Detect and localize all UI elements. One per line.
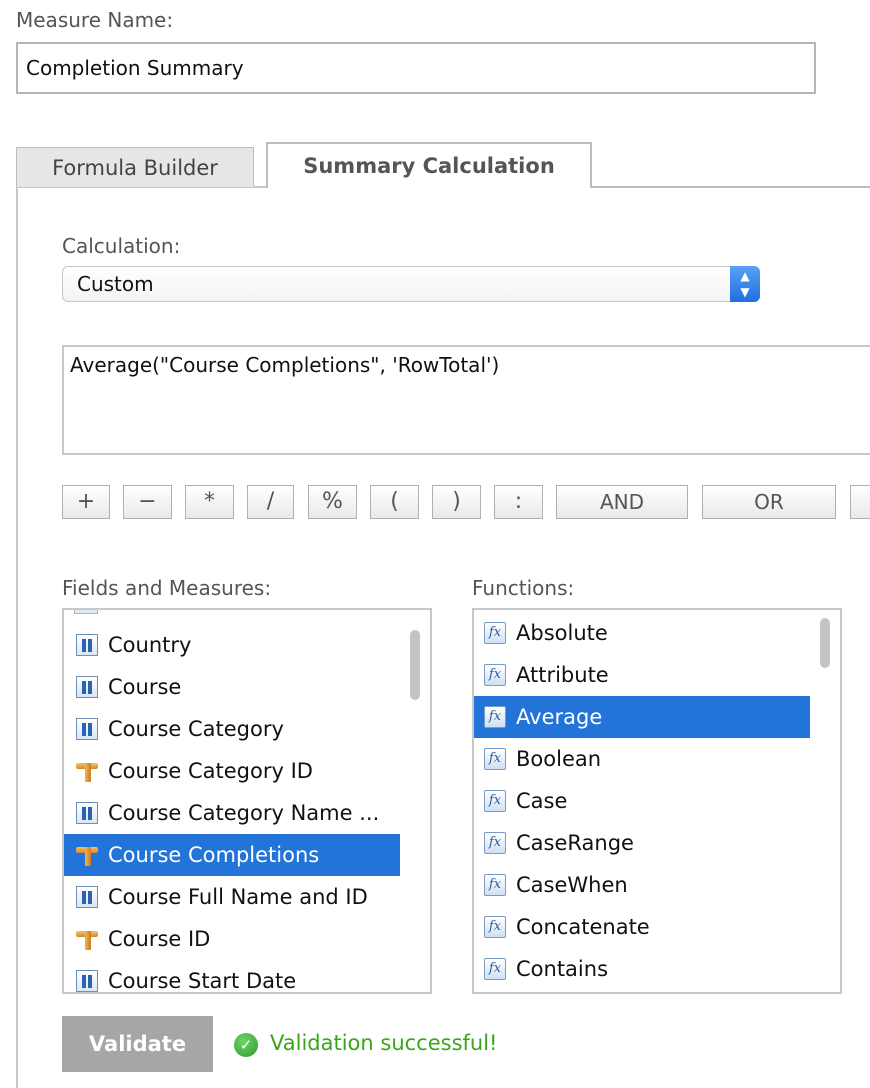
measure-icon	[76, 844, 98, 866]
list-item[interactable]: Course Category Name ...	[64, 792, 400, 834]
operator-divide-button[interactable]: /	[247, 485, 294, 519]
operator-minus-button[interactable]: −	[123, 485, 172, 519]
calculation-select[interactable]: Custom ▲ ▼	[62, 266, 760, 302]
list-item-label: Course Category ID	[108, 759, 313, 783]
list-item[interactable]: Course Category ID	[64, 750, 400, 792]
measure-name-input[interactable]: Completion Summary	[16, 42, 816, 94]
list-item[interactable]: fx Attribute	[474, 654, 810, 696]
list-item-label: Course	[108, 675, 182, 699]
fields-scrollbar[interactable]	[410, 630, 420, 700]
list-item-label: Course Start Date	[108, 969, 297, 993]
function-icon: fx	[484, 748, 506, 770]
function-icon: fx	[484, 622, 506, 644]
list-item[interactable]: fx Boolean	[474, 738, 810, 780]
operator-multiply-button[interactable]: *	[185, 485, 234, 519]
function-icon: fx	[484, 874, 506, 896]
operator-or-button[interactable]: OR	[702, 485, 836, 519]
list-item-label: Boolean	[516, 747, 602, 771]
list-item[interactable]: fx Contains	[474, 948, 810, 990]
field-icon	[76, 802, 98, 824]
field-icon	[76, 718, 98, 740]
list-item[interactable]: Course Category	[64, 708, 400, 750]
list-item[interactable]: fx CaseRange	[474, 822, 810, 864]
operator-colon-button[interactable]: :	[494, 485, 543, 519]
list-item-label: CaseWhen	[516, 873, 628, 897]
field-icon	[76, 970, 98, 992]
list-item[interactable]: Country	[64, 624, 400, 666]
function-icon: fx	[484, 958, 506, 980]
list-item-label: Absolute	[516, 621, 608, 645]
measure-icon	[76, 760, 98, 782]
list-item-label: Country	[108, 633, 192, 657]
list-item-label: Contains	[516, 957, 609, 981]
field-icon	[76, 886, 98, 908]
functions-listbox[interactable]: fx Absolute fx Attribute fx Average fx B…	[472, 608, 842, 994]
partial-field-icon	[74, 610, 98, 614]
list-item[interactable]: Course Full Name and ID	[64, 876, 400, 918]
panel-border-left	[16, 186, 18, 1088]
field-icon	[76, 676, 98, 698]
fields-listbox[interactable]: Country Course Course Category Course Ca…	[62, 608, 432, 994]
function-icon: fx	[484, 706, 506, 728]
functions-label: Functions:	[472, 576, 575, 600]
operator-percent-button[interactable]: %	[308, 485, 357, 519]
operator-and-button[interactable]: AND	[556, 485, 688, 519]
measure-icon	[76, 928, 98, 950]
list-item[interactable]: Course ID	[64, 918, 400, 960]
list-item-selected[interactable]: Course Completions	[64, 834, 400, 876]
formula-textarea[interactable]: Average("Course Completions", 'RowTotal'…	[62, 345, 870, 455]
tab-summary-calculation[interactable]: Summary Calculation	[266, 142, 592, 188]
operator-open-paren-button[interactable]: (	[370, 485, 419, 519]
function-icon: fx	[484, 664, 506, 686]
validation-status: Validation successful!	[270, 1031, 498, 1055]
field-icon	[76, 634, 98, 656]
list-item-label: Concatenate	[516, 915, 650, 939]
operator-plus-button[interactable]: +	[62, 485, 110, 519]
list-item-label: Case	[516, 789, 568, 813]
list-item[interactable]: Course	[64, 666, 400, 708]
list-item-label: Course ID	[108, 927, 211, 951]
list-item[interactable]: fx Absolute	[474, 612, 810, 654]
fields-label: Fields and Measures:	[62, 576, 272, 600]
function-icon: fx	[484, 916, 506, 938]
list-item[interactable]: Course Start Date	[64, 960, 400, 993]
calculation-selected-value: Custom	[77, 272, 154, 296]
select-arrows-icon[interactable]: ▲ ▼	[730, 266, 760, 302]
list-item-label: Course Category Name ...	[108, 801, 380, 825]
functions-scrollbar[interactable]	[820, 618, 830, 668]
list-item-label: Average	[516, 705, 603, 729]
calculation-label: Calculation:	[62, 234, 181, 258]
tab-formula-builder[interactable]: Formula Builder	[16, 147, 254, 187]
operator-close-paren-button[interactable]: )	[432, 485, 481, 519]
list-item[interactable]: fx CaseWhen	[474, 864, 810, 906]
list-item-selected[interactable]: fx Average	[474, 696, 810, 738]
function-icon: fx	[484, 790, 506, 812]
list-item-label: Course Category	[108, 717, 284, 741]
list-item-label: Course Full Name and ID	[108, 885, 368, 909]
check-circle-icon: ✓	[234, 1033, 258, 1057]
list-item[interactable]: fx Case	[474, 780, 810, 822]
validate-button[interactable]: Validate	[62, 1016, 213, 1072]
operator-more-button[interactable]	[850, 485, 870, 519]
list-item-label: CaseRange	[516, 831, 634, 855]
list-item[interactable]: fx Concatenate	[474, 906, 810, 948]
measure-name-label: Measure Name:	[16, 8, 174, 32]
list-item-label: Attribute	[516, 663, 609, 687]
tab-bar-border	[590, 186, 870, 188]
function-icon: fx	[484, 832, 506, 854]
list-item-label: Course Completions	[108, 843, 320, 867]
